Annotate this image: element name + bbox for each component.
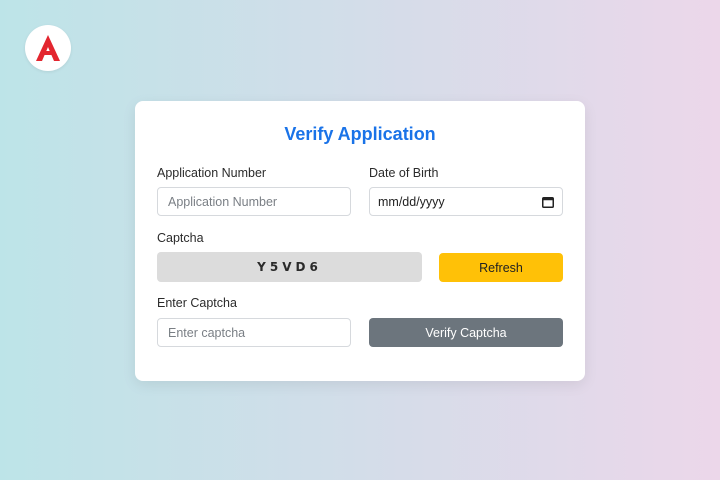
enter-captcha-input[interactable]: Enter captcha [157, 318, 351, 347]
verify-application-card: Verify Application Application Number Ap… [135, 101, 585, 381]
captcha-code: Y5VD6 [157, 252, 422, 282]
page-title: Verify Application [284, 124, 436, 144]
verify-captcha-button[interactable]: Verify Captcha [369, 318, 563, 347]
enter-captcha-label: Enter Captcha [157, 296, 237, 310]
enter-captcha-placeholder: Enter captcha [168, 325, 246, 340]
refresh-button[interactable]: Refresh [439, 253, 563, 282]
date-of-birth-value: mm/dd/yyyy [378, 194, 445, 209]
application-number-input[interactable]: Application Number [157, 187, 351, 216]
date-of-birth-input[interactable]: mm/dd/yyyy [369, 187, 563, 216]
brand-a-logo-icon [36, 35, 60, 61]
application-number-label: Application Number [157, 166, 267, 180]
calendar-icon[interactable] [542, 196, 554, 208]
brand-logo [25, 25, 71, 71]
application-number-placeholder: Application Number [168, 194, 278, 209]
date-of-birth-label: Date of Birth [369, 166, 439, 180]
captcha-label: Captcha [157, 231, 204, 245]
